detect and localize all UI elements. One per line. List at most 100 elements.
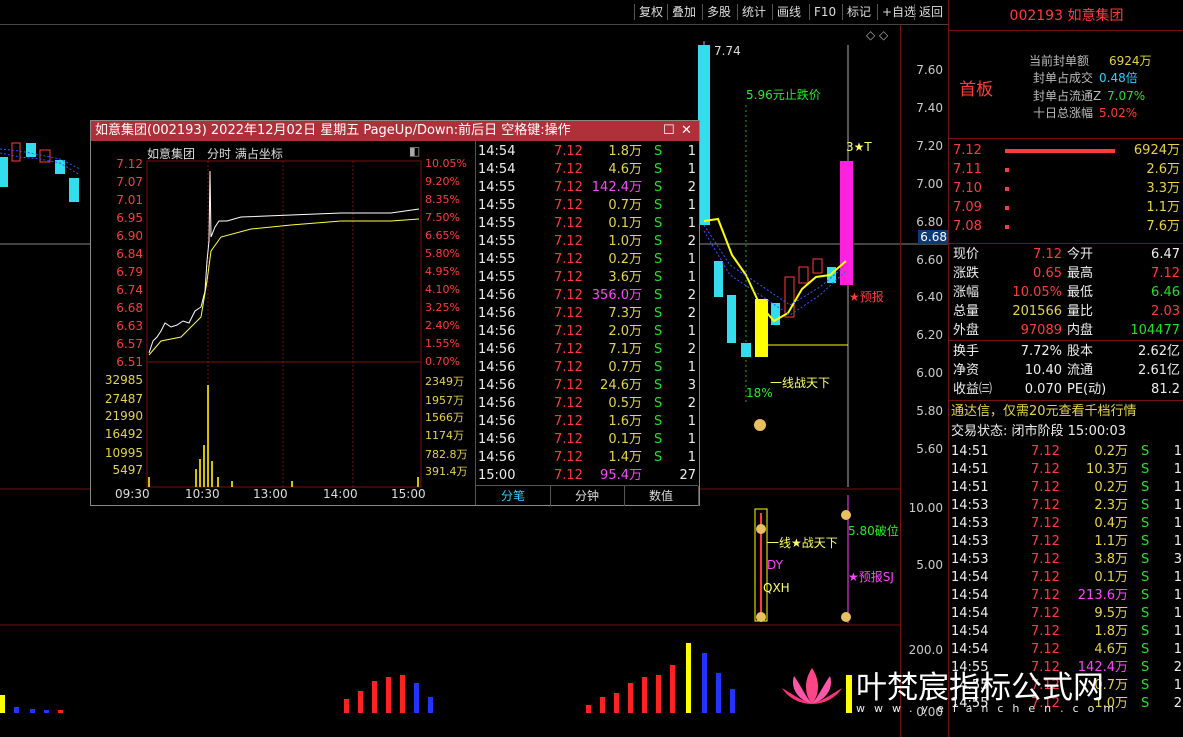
tick-time: 14:56 [478, 450, 516, 465]
tick-count: 1 [687, 252, 696, 267]
quote-row: 现价 7.12 今开 6.47 [949, 246, 1183, 264]
tick-count: 1 [687, 450, 696, 465]
tick-count: 1 [687, 360, 696, 375]
intraday-mini-chart[interactable]: 如意集团 分时 满占坐标 ◧ 7.12 7.07 7.01 6.95 6.90 … [91, 141, 476, 505]
tick-volume: 10.3万 [1086, 462, 1128, 477]
tick-count: 1 [687, 144, 696, 159]
tick-side: S [654, 450, 663, 465]
quote-panel: 002193 如意集团 首板 当前封单额 6924万 封单占成交 0.48倍 封… [948, 0, 1183, 737]
tick-count: 1 [1173, 570, 1182, 585]
mini-vol-tick: 27487 [104, 392, 143, 406]
bid-volume: 3.3万 [1146, 181, 1180, 196]
tick-side: S [654, 234, 663, 249]
tick-row: 14:54 7.12 1.8万 S 1 [476, 143, 698, 161]
tick-count: 2 [1173, 660, 1182, 675]
mini-vol-tick: 21990 [104, 409, 143, 423]
tick-volume: 1.0万 [608, 234, 642, 249]
mini-price-tick: 6.51 [116, 355, 143, 369]
tick-side: S [654, 288, 663, 303]
chart-options-icon[interactable]: ◇ ◇ [866, 28, 889, 42]
quote-label: 净资 [953, 363, 980, 378]
bid-price: 7.11 [953, 162, 982, 177]
toolbar-restore-button[interactable]: 复权 [634, 4, 667, 20]
quote-value: 201566 [1012, 304, 1062, 319]
tick-count: 2 [687, 396, 696, 411]
tick-time: 14:54 [951, 624, 989, 639]
indicator-qxh: QXH [763, 581, 790, 595]
promo-link[interactable]: 通达信，仅需20元查看千档行情 [951, 403, 1183, 421]
tick-price: 7.12 [1031, 606, 1060, 621]
tick-price: 7.12 [554, 378, 583, 393]
tick-volume: 0.2万 [1094, 444, 1128, 459]
price-tick: 7.60 [916, 63, 943, 77]
popup-tick-list[interactable]: 14:54 7.12 1.8万 S 1 14:54 7.12 4.6万 S 1 14:55 7.12 1… [476, 143, 698, 487]
tick-row: 14:56 7.12 1.4万 S 1 [476, 449, 698, 467]
popup-titlebar[interactable]: 如意集团(002193) 2022年12月02日 星期五 PageUp/Down… [91, 121, 699, 141]
quote-label: 换手 [953, 344, 980, 359]
seal-amount-label: 当前封单额 [1029, 54, 1090, 68]
tick-count: 2 [687, 288, 696, 303]
quote-label: 内盘 [1067, 323, 1094, 338]
tick-row: 14:56 7.12 356.0万 S 2 [476, 287, 698, 305]
quote-value: 2.62亿 [1138, 344, 1180, 359]
tick-volume: 0.1万 [608, 216, 642, 231]
tick-volume: 4.6万 [1094, 642, 1128, 657]
tick-row: 14:56 7.12 2.0万 S 1 [476, 323, 698, 341]
bid-volume-bar [1005, 187, 1009, 191]
mini-vol-tick: 16492 [104, 427, 143, 441]
tick-price: 7.12 [1031, 444, 1060, 459]
quote-value: 7.72% [1020, 344, 1062, 359]
tick-volume: 0.2万 [608, 252, 642, 267]
tab-trades[interactable]: 分笔 [476, 486, 551, 506]
mini-vol-tick: 5497 [112, 463, 143, 477]
tick-count: 2 [687, 180, 696, 195]
tick-volume: 7.3万 [608, 306, 642, 321]
tick-time: 14:56 [478, 288, 516, 303]
indicator-tick: 10.00 [908, 501, 943, 515]
bid-price: 7.09 [953, 200, 982, 215]
tick-row: 14:56 7.12 0.1万 S 1 [476, 431, 698, 449]
maximize-icon[interactable]: ☐ [663, 121, 675, 141]
mini-time-tick: 15:00 [391, 487, 426, 501]
quote-value: 6.47 [1151, 247, 1180, 262]
tick-volume: 3.8万 [1094, 552, 1128, 567]
tick-price: 7.12 [554, 396, 583, 411]
tick-row: 14:53 7.12 3.8万 S 3 [949, 551, 1183, 569]
tick-row: 14:55 7.12 3.6万 S 1 [476, 269, 698, 287]
toolbar-draw-button[interactable]: 画线 [772, 4, 805, 20]
intraday-popup[interactable]: 如意集团(002193) 2022年12月02日 星期五 PageUp/Down… [90, 120, 700, 506]
tick-price: 7.12 [1031, 588, 1060, 603]
tick-price: 7.12 [554, 198, 583, 213]
tick-time: 14:53 [951, 534, 989, 549]
tab-minutes[interactable]: 分钟 [550, 486, 625, 506]
toolbar-mark-button[interactable]: 标记 [842, 4, 875, 20]
tick-count: 1 [687, 324, 696, 339]
price-tick: 5.60 [916, 442, 943, 456]
tab-values[interactable]: 数值 [624, 486, 699, 506]
toolbar-f10-button[interactable]: F10 [809, 4, 840, 20]
annotation-stop-price: 5.96元止跌价 [746, 87, 821, 102]
mini-price-tick: 7.07 [116, 175, 143, 189]
tick-row: 14:56 7.12 7.3万 S 2 [476, 305, 698, 323]
tick-count: 1 [687, 270, 696, 285]
close-icon[interactable]: ✕ [681, 121, 692, 141]
tick-price: 7.12 [554, 360, 583, 375]
tick-price: 7.12 [1031, 498, 1060, 513]
seal-float-value: 7.07% [1107, 89, 1146, 103]
mini-pct-tick: 5.80% [425, 247, 460, 260]
quote-value: 0.65 [1033, 266, 1062, 281]
tick-time: 14:55 [478, 234, 516, 249]
bid-price: 7.10 [953, 181, 982, 196]
tick-volume: 7.1万 [608, 342, 642, 357]
toolbar-back-button[interactable]: 返回 [914, 4, 947, 20]
left-candles [0, 142, 81, 202]
tick-count: 1 [687, 432, 696, 447]
tick-time: 14:56 [478, 360, 516, 375]
popup-tabs: 分笔 分钟 数值 [476, 485, 699, 506]
tick-price: 7.12 [554, 162, 583, 177]
toolbar-overlay-button[interactable]: 叠加 [667, 4, 700, 20]
tick-row: 14:54 7.12 0.1万 S 1 [949, 569, 1183, 587]
toolbar-multi-stock-button[interactable]: 多股 [702, 4, 735, 20]
tick-row: 14:55 7.12 0.7万 S 1 [476, 197, 698, 215]
toolbar-stats-button[interactable]: 统计 [737, 4, 770, 20]
